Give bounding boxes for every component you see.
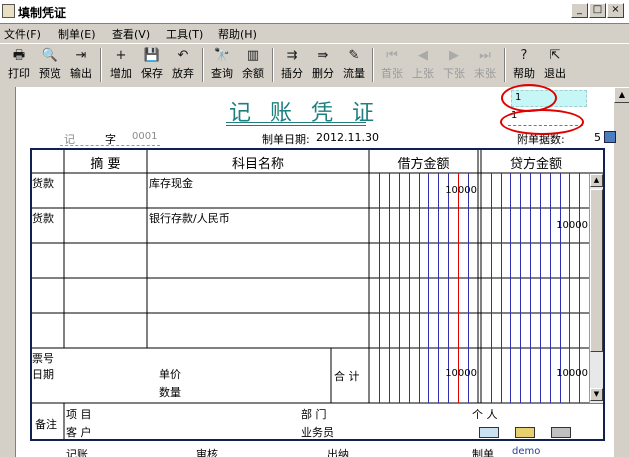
row-scroll-up-icon[interactable]: ▲ [590,174,603,187]
menu-help[interactable]: 帮助(H) [218,26,257,42]
menu-view[interactable]: 查看(V) [112,26,150,42]
date-label: 制单日期: [262,133,310,146]
window-title: 填制凭证 [18,6,67,20]
last-button[interactable]: ⏭ 末张 [470,46,500,84]
annotation-circle [500,109,584,135]
toolbar: 🖶 打印 🔍 预览 ⇥ 输出 + 增加 💾 保存 ↶ 放弃 🔭 查询 ▥ 余额 ⇉ 插分 ⇛ 删分 … [0,43,629,85]
bar-chart-icon: ▥ [246,48,260,63]
row-1-summary[interactable]: 货款 [32,175,54,191]
voucher-number[interactable]: 0001 [132,131,157,142]
cashflow-button[interactable]: ✎ 流量 [339,46,369,84]
row-scroll-down-icon[interactable]: ▼ [590,388,603,401]
app-icon [2,4,15,18]
balance-button[interactable]: ▥ 余额 [238,46,268,84]
title-underline [226,122,366,126]
row-scroll-thumb[interactable] [590,189,603,352]
total-credit: 10000 [556,368,588,379]
export-icon: ⇥ [75,48,87,63]
total-debit: 10000 [445,368,477,379]
person-label: 个 人 [472,408,498,421]
ticket-date-label: 日期 [32,368,54,381]
insert-entry-button[interactable]: ⇉ 插分 [277,46,307,84]
tools-icon[interactable] [551,427,571,438]
add-button[interactable]: + 增加 [106,46,136,84]
help-button[interactable]: ? 帮助 [509,46,539,84]
row-scrollbar[interactable]: ▲ ▼ [589,174,603,403]
prev-button[interactable]: ◀ 上张 [408,46,438,84]
id-card-icon[interactable] [515,427,535,438]
search-icon[interactable] [604,131,616,143]
bookkeeping-label: 记账 [66,448,88,457]
save-button[interactable]: 💾 保存 [137,46,167,84]
next-page-icon: ▶ [449,48,459,63]
customer-label: 客 户 [66,426,92,439]
voucher-table: 摘 要 科目名称 借方金额 贷方金额 ▲ ▼ 货款 库存现金 10000 货款 … [30,148,605,441]
first-button[interactable]: ⏮ 首张 [377,46,407,84]
title-bar: 填制凭证 _ □ × [0,0,629,24]
help-icon: ? [520,48,528,63]
prev-page-icon: ◀ [418,48,428,63]
query-button[interactable]: 🔭 查询 [207,46,237,84]
exit-icon: ⇱ [549,48,561,63]
attach-count[interactable]: 5 [594,131,601,144]
insert-row-icon: ⇉ [286,48,298,63]
pencil-icon: ✎ [348,48,360,63]
row-2-credit[interactable]: 10000 [481,220,588,231]
ticket-label: 票号 [32,352,54,365]
table-grid [32,150,603,439]
preview-button[interactable]: 🔍 预览 [35,46,65,84]
review-label: 审核 [196,448,218,457]
account-header: 科目名称 [231,157,284,172]
item-label: 项 目 [66,408,92,421]
annotation-circle [501,84,557,112]
voucher-number-underline [60,145,160,146]
remark-label: 备注 [35,418,57,431]
dept-label: 部 门 [301,408,327,421]
binoculars-icon: 🔭 [213,48,231,63]
scroll-up-arrow-icon[interactable]: ▲ [614,87,629,103]
export-button[interactable]: ⇥ 输出 [66,46,96,84]
row-2-summary[interactable]: 货款 [32,210,54,226]
printer-icon: 🖶 [12,48,26,63]
maker-name: demo [512,446,541,457]
cashier-label: 出纳 [327,448,349,457]
next-button[interactable]: ▶ 下张 [439,46,469,84]
new-document-icon: + [115,48,127,63]
summary-header: 摘 要 [90,157,121,172]
print-button[interactable]: 🖶 打印 [4,46,34,84]
close-button[interactable]: × [607,3,624,18]
salesman-label: 业务员 [301,426,334,439]
maker-label: 制单 [472,448,494,457]
menu-voucher[interactable]: 制单(E) [58,26,96,42]
first-page-icon: ⏮ [386,48,398,63]
undo-icon: ↶ [177,48,189,63]
menu-bar: 文件(F) 制单(E) 查看(V) 工具(T) 帮助(H) [0,24,629,43]
preview-icon: 🔍 [41,48,59,63]
save-icon: 💾 [143,48,161,63]
row-2-account[interactable]: 银行存款/人民币 [149,210,230,226]
total-label: 合 计 [334,370,360,383]
unit-price-label: 单价 [159,368,181,381]
toolbar-separator [100,48,102,82]
row-1-account[interactable]: 库存现金 [149,175,193,191]
menu-tools[interactable]: 工具(T) [166,26,203,42]
delete-entry-button[interactable]: ⇛ 删分 [308,46,338,84]
discard-button[interactable]: ↶ 放弃 [168,46,198,84]
quantity-label: 数量 [159,386,181,399]
maximize-button[interactable]: □ [589,3,606,18]
exit-button[interactable]: ⇱ 退出 [540,46,570,84]
minimize-button[interactable]: _ [571,3,588,18]
last-page-icon: ⏭ [479,48,491,63]
row-1-debit[interactable]: 10000 [369,185,477,196]
card-icon[interactable] [479,427,499,438]
menu-file[interactable]: 文件(F) [4,26,41,42]
voucher-date[interactable]: 2012.11.30 [316,131,379,144]
credit-header: 贷方金额 [509,157,562,172]
delete-row-icon: ⇛ [317,48,329,63]
debit-header: 借方金额 [397,157,450,172]
